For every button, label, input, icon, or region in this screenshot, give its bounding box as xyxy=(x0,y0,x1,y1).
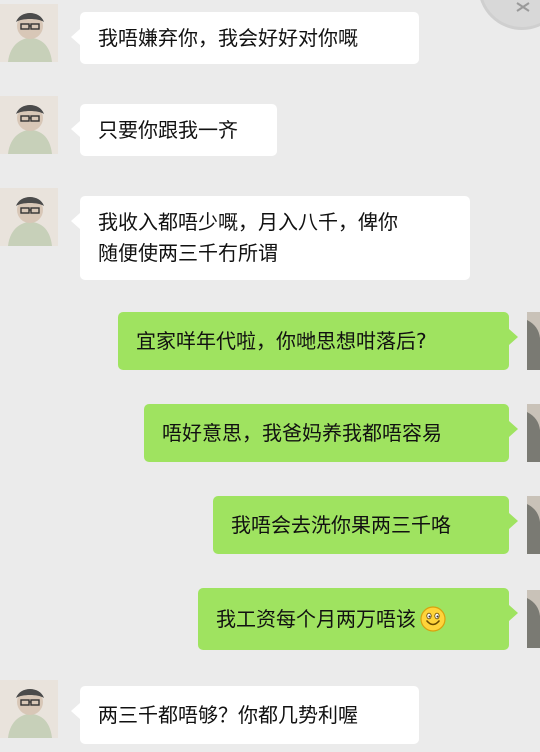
message-text: 只要你跟我一齐 xyxy=(98,117,238,142)
smile-emoji-icon xyxy=(420,606,446,632)
person-avatar-icon xyxy=(0,188,58,246)
avatar[interactable] xyxy=(0,680,58,738)
message-bubble: 两三千都唔够？你都几势利喔 xyxy=(71,686,419,744)
message-bubble: 我收入都唔少嘅，月入八千，俾你 随便使两三千冇所谓 xyxy=(71,196,470,280)
avatar[interactable] xyxy=(0,188,58,246)
person-avatar-icon xyxy=(527,404,540,462)
avatar[interactable] xyxy=(527,404,540,462)
person-avatar-icon xyxy=(0,680,58,738)
person-avatar-icon xyxy=(0,96,58,154)
avatar[interactable] xyxy=(527,590,540,648)
person-avatar-icon xyxy=(527,496,540,554)
person-avatar-icon xyxy=(0,4,58,62)
avatar[interactable] xyxy=(527,312,540,370)
message-text: 宜家咩年代啦，你哋思想咁落后? xyxy=(136,328,427,353)
corner-button[interactable] xyxy=(478,0,540,30)
message-text: 两三千都唔够？你都几势利喔 xyxy=(98,702,358,727)
message-text: 唔好意思，我爸妈养我都唔容易 xyxy=(162,420,442,445)
message-bubble: 我唔嫌弃你，我会好好对你嘅 xyxy=(71,12,419,64)
avatar[interactable] xyxy=(0,4,58,62)
person-avatar-icon xyxy=(527,312,540,370)
avatar[interactable] xyxy=(527,496,540,554)
message-text-line: 随便使两三千冇所谓 xyxy=(98,241,278,265)
message-text: 我唔嫌弃你，我会好好对你嘅 xyxy=(98,25,358,50)
person-avatar-icon xyxy=(527,590,540,648)
chat-window: 我唔嫌弃你，我会好好对你嘅 只要你跟我一齐 我收入都唔少嘅，月入八千，俾你 随便… xyxy=(0,0,540,752)
avatar[interactable] xyxy=(0,96,58,154)
message-bubble: 唔好意思，我爸妈养我都唔容易 xyxy=(144,404,518,462)
message-bubble: 宜家咩年代啦，你哋思想咁落后? xyxy=(118,312,518,370)
message-bubble: 我唔会去洗你果两三千咯 xyxy=(213,496,518,554)
message-text: 我唔会去洗你果两三千咯 xyxy=(231,512,451,537)
message-bubble: 我工资每个月两万唔该 xyxy=(198,588,518,650)
message-bubble: 只要你跟我一齐 xyxy=(71,104,277,156)
message-text-line: 我收入都唔少嘅，月入八千，俾你 xyxy=(98,210,398,234)
message-text: 我工资每个月两万唔该 xyxy=(216,606,416,631)
close-icon xyxy=(516,2,530,12)
